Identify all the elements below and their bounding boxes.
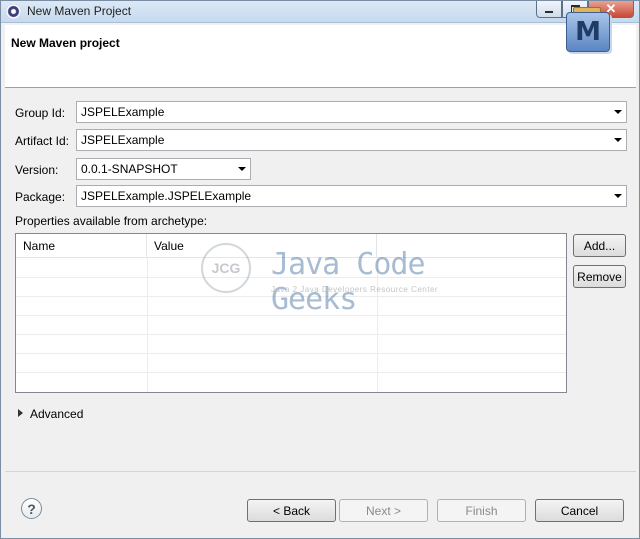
table-row <box>16 334 566 335</box>
package-combo[interactable]: JSPELExample.JSPELExample <box>76 185 627 207</box>
footer-divider <box>5 471 636 472</box>
minimize-button[interactable] <box>536 1 562 18</box>
group-id-combo[interactable]: JSPELExample <box>76 101 627 123</box>
artifact-id-value: JSPELExample <box>81 133 165 147</box>
add-property-button[interactable]: Add... <box>573 234 626 257</box>
help-icon[interactable]: ? <box>21 498 42 519</box>
artifact-id-combo[interactable]: JSPELExample <box>76 129 627 151</box>
table-row <box>16 353 566 354</box>
finish-button[interactable]: Finish <box>437 499 526 522</box>
maven-logo-icon: M <box>566 12 610 52</box>
version-label: Version: <box>15 163 59 177</box>
page-title: New Maven project <box>11 36 120 50</box>
group-id-value: JSPELExample <box>81 105 165 119</box>
new-maven-project-dialog: New Maven Project ✕ New Maven project M … <box>0 0 640 539</box>
table-row <box>16 372 566 373</box>
artifact-id-label: Artifact Id: <box>15 134 70 148</box>
group-id-label: Group Id: <box>15 106 66 120</box>
version-value: 0.0.1-SNAPSHOT <box>81 162 178 176</box>
eclipse-icon <box>6 4 21 19</box>
advanced-toggle[interactable]: Advanced <box>30 407 83 421</box>
cancel-button[interactable]: Cancel <box>535 499 624 522</box>
chevron-down-icon[interactable] <box>614 138 622 142</box>
chevron-down-icon[interactable] <box>614 110 622 114</box>
next-button[interactable]: Next > <box>339 499 428 522</box>
package-label: Package: <box>15 190 66 204</box>
column-header-name[interactable]: Name <box>16 234 147 258</box>
back-button[interactable]: < Back <box>247 499 336 522</box>
properties-label: Properties available from archetype: <box>15 214 208 228</box>
remove-property-button[interactable]: Remove <box>573 265 626 288</box>
expand-triangle-icon[interactable] <box>18 409 23 417</box>
watermark-tagline: Java 2 Java Developers Resource Center <box>271 285 439 294</box>
watermark-badge: JCG <box>201 243 251 293</box>
watermark-name: Java Code Geeks <box>271 247 426 317</box>
window-title: New Maven Project <box>27 4 132 18</box>
chevron-down-icon[interactable] <box>238 167 246 171</box>
title-bar[interactable]: New Maven Project ✕ <box>1 1 639 23</box>
version-combo[interactable]: 0.0.1-SNAPSHOT <box>76 158 251 180</box>
package-value: JSPELExample.JSPELExample <box>81 189 252 203</box>
chevron-down-icon[interactable] <box>614 194 622 198</box>
wizard-banner: New Maven project <box>5 25 636 88</box>
minimize-icon <box>545 11 553 13</box>
watermark-logo: JCG Java Code Geeks Java 2 Java Develope… <box>201 237 461 317</box>
